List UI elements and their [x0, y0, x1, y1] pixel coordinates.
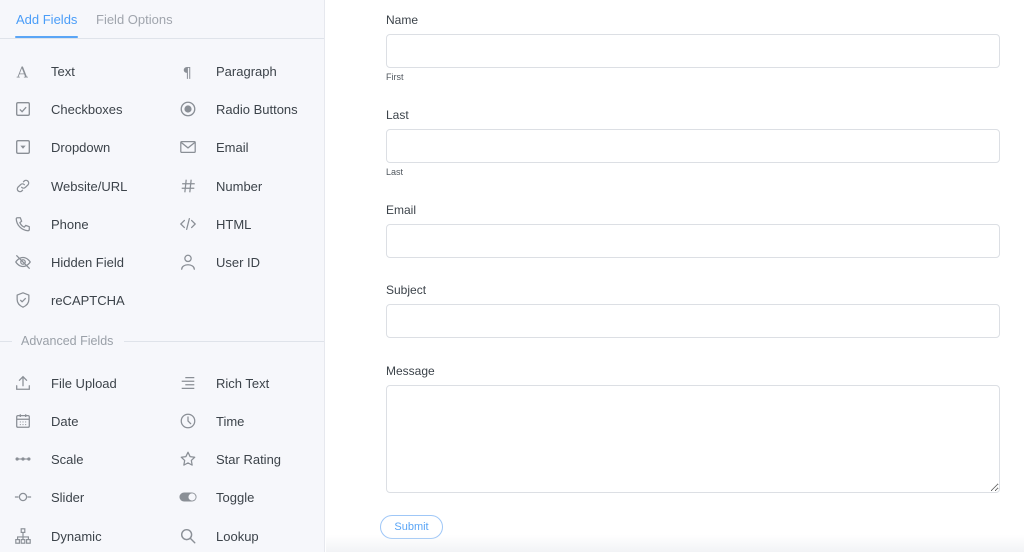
field-item-file-upload[interactable]: File Upload: [13, 372, 117, 394]
search-icon: [178, 526, 198, 546]
field-item-label: Scale: [51, 451, 84, 467]
field-item-time[interactable]: Time: [178, 410, 244, 432]
field-item-scale[interactable]: Scale: [13, 448, 84, 470]
align-right-icon: [178, 373, 198, 393]
field-item-slider[interactable]: Slider: [13, 486, 84, 508]
email-label: Email: [386, 203, 417, 217]
email-field-group: Email: [386, 201, 1000, 258]
field-item-label: Star Rating: [216, 451, 282, 467]
advanced-fields-divider: Advanced Fields: [0, 332, 324, 352]
scale-dots-icon: [13, 449, 33, 469]
field-item-label: Phone: [51, 216, 89, 232]
field-item-hidden-field[interactable]: Hidden Field: [13, 251, 124, 273]
section-title: Advanced Fields: [21, 334, 114, 348]
name-label: Name: [386, 13, 419, 27]
field-item-radio-buttons[interactable]: Radio Buttons: [178, 98, 298, 120]
field-item-phone[interactable]: Phone: [13, 213, 89, 235]
subject-input[interactable]: [386, 304, 1000, 338]
name-field-group: Name First: [386, 11, 1000, 82]
field-item-dynamic[interactable]: Dynamic: [13, 525, 102, 547]
field-item-label: File Upload: [51, 375, 117, 391]
field-item-label: reCAPTCHA: [51, 292, 125, 308]
calendar-icon: [13, 411, 33, 431]
tab-add-fields[interactable]: Add Fields: [16, 12, 77, 28]
field-item-checkboxes[interactable]: Checkboxes: [13, 98, 123, 120]
hash-icon: [178, 176, 198, 196]
field-sidebar: Add Fields Field Options A Text ¶ Paragr…: [0, 0, 325, 552]
field-item-label: Dynamic: [51, 528, 102, 544]
envelope-icon: [178, 137, 198, 157]
field-item-number[interactable]: Number: [178, 175, 262, 197]
last-name-input[interactable]: [386, 129, 1000, 163]
field-item-label: Checkboxes: [51, 101, 123, 117]
slider-icon: [13, 487, 33, 507]
field-item-paragraph[interactable]: ¶ Paragraph: [178, 60, 277, 82]
shield-check-icon: [13, 290, 33, 310]
divider-line: [124, 341, 324, 342]
email-input[interactable]: [386, 224, 1000, 258]
field-item-label: HTML: [216, 216, 252, 232]
field-item-label: Date: [51, 413, 79, 429]
submit-button[interactable]: Submit: [380, 515, 443, 539]
last-label: Last: [386, 108, 409, 122]
sitemap-icon: [13, 526, 33, 546]
field-item-html[interactable]: HTML: [178, 213, 251, 235]
divider-line: [0, 341, 12, 342]
field-item-user-id[interactable]: User ID: [178, 251, 260, 273]
paragraph-icon: ¶: [178, 61, 198, 81]
field-item-label: Lookup: [216, 528, 259, 544]
last-field-group: Last Last: [386, 106, 1000, 177]
field-item-label: Text: [51, 63, 75, 79]
field-item-star-rating[interactable]: Star Rating: [178, 448, 281, 470]
field-item-toggle[interactable]: Toggle: [178, 486, 254, 508]
field-item-label: Radio Buttons: [216, 101, 298, 117]
field-item-rich-text[interactable]: Rich Text: [178, 372, 269, 394]
field-item-label: Number: [216, 178, 263, 194]
upload-icon: [13, 373, 33, 393]
field-item-email[interactable]: Email: [178, 136, 249, 158]
tab-field-options[interactable]: Field Options: [96, 12, 173, 28]
field-item-dropdown[interactable]: Dropdown: [13, 136, 110, 158]
field-item-label: Slider: [51, 489, 85, 505]
field-item-website-url[interactable]: Website/URL: [13, 175, 127, 197]
radio-icon: [178, 99, 198, 119]
field-item-label: Dropdown: [51, 139, 111, 155]
field-item-date[interactable]: Date: [13, 410, 78, 432]
subject-field-group: Subject: [386, 281, 1000, 338]
checkbox-icon: [13, 99, 33, 119]
sidebar-tabs: Add Fields Field Options: [0, 0, 324, 39]
message-label: Message: [386, 364, 435, 378]
field-item-text[interactable]: A Text: [13, 60, 75, 82]
link-icon: [13, 176, 33, 196]
toggle-icon: [178, 487, 198, 507]
star-icon: [178, 449, 198, 469]
field-item-label: Website/URL: [51, 178, 128, 194]
message-textarea[interactable]: [386, 385, 1000, 493]
dropdown-icon: [13, 137, 33, 157]
clock-icon: [178, 411, 198, 431]
field-item-label: Rich Text: [216, 375, 270, 391]
active-tab-indicator: [15, 36, 78, 38]
field-item-lookup[interactable]: Lookup: [178, 525, 259, 547]
last-sub-label: Last: [386, 167, 404, 177]
subject-label: Subject: [386, 283, 427, 297]
field-item-recaptcha[interactable]: reCAPTCHA: [13, 289, 125, 311]
svg-text:¶: ¶: [183, 65, 192, 80]
field-item-label: User ID: [216, 254, 261, 270]
code-icon: [178, 214, 198, 234]
first-sub-label: First: [386, 72, 404, 82]
text-icon: A: [13, 61, 33, 81]
first-name-input[interactable]: [386, 34, 1000, 68]
phone-icon: [13, 214, 33, 234]
field-item-label: Time: [216, 413, 245, 429]
field-item-label: Email: [216, 139, 249, 155]
eye-slash-icon: [13, 252, 33, 272]
message-field-group: Message: [386, 362, 1000, 493]
field-item-label: Hidden Field: [51, 254, 124, 270]
field-item-label: Toggle: [216, 489, 255, 505]
user-icon: [178, 252, 198, 272]
field-item-label: Paragraph: [216, 63, 277, 79]
svg-text:A: A: [16, 63, 29, 80]
